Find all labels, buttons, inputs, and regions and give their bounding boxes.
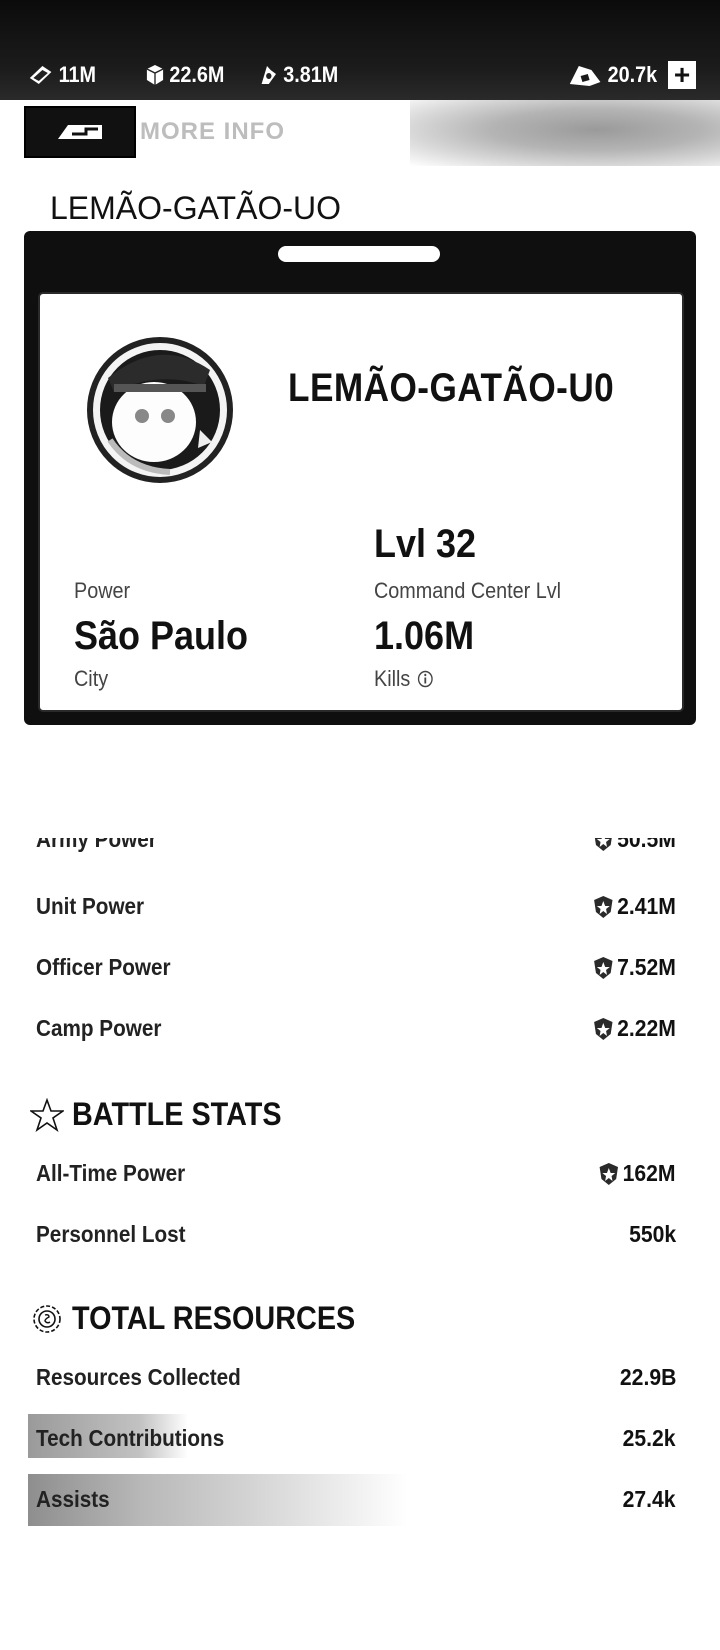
stat-value: 22.9B: [619, 1364, 676, 1390]
stat-label: Assists: [36, 1486, 110, 1512]
army-power-row: Army Power 50.5M: [36, 838, 676, 860]
power-label: Power: [74, 578, 131, 603]
stat-label: All-Time Power: [36, 1160, 186, 1186]
stat-label: Tech Contributions: [36, 1425, 225, 1451]
city-label: City: [74, 666, 109, 691]
personnel-lost-row: Personnel Lost 550k: [36, 1221, 676, 1261]
battle-stats-header: BATTLE STATS: [30, 1096, 305, 1133]
resource-premium[interactable]: 20.7k: [568, 62, 657, 88]
total-resources-header: TOTAL RESOURCES: [30, 1300, 387, 1337]
battle-stats-title: BATTLE STATS: [72, 1096, 282, 1132]
total-resources-title: TOTAL RESOURCES: [72, 1300, 356, 1336]
assists-row: Assists 27.4k: [36, 1486, 676, 1526]
kills-label: Kills: [374, 666, 411, 691]
power-shield-icon: [594, 956, 613, 979]
camp-power-row: Camp Power 2.22M: [36, 1015, 676, 1055]
stat-value: 2.22M: [593, 1015, 676, 1042]
stat-value: 162M: [599, 1160, 676, 1187]
avatar[interactable]: [80, 330, 240, 490]
stat-value: 7.52M: [593, 954, 676, 981]
command-center-label: Command Center Lvl: [374, 578, 562, 603]
all-time-power-row: All-Time Power 162M: [36, 1160, 676, 1200]
unit-power-row: Unit Power 2.41M: [36, 893, 676, 933]
city-value: São Paulo: [74, 614, 249, 658]
stat-label: Personnel Lost: [36, 1221, 186, 1247]
premium-value: 20.7k: [607, 62, 658, 87]
add-premium-button[interactable]: +: [668, 61, 696, 89]
fuel-icon: [261, 66, 276, 84]
command-center-value: Lvl 32: [374, 522, 477, 566]
power-shield-icon: [600, 1162, 619, 1185]
cash-icon: [29, 66, 52, 84]
resource-fuel[interactable]: 3.81M: [258, 62, 338, 88]
supply-value: 22.6M: [169, 62, 225, 87]
fuel-value: 3.81M: [283, 62, 339, 87]
officer-power-row: Officer Power 7.52M: [36, 954, 676, 994]
cash-value: 11M: [58, 62, 97, 87]
stat-label: Officer Power: [36, 954, 171, 980]
kills-label-row: Kills: [374, 666, 434, 692]
power-shield-icon: [594, 1017, 613, 1040]
stat-label: Resources Collected: [36, 1364, 241, 1390]
stat-label: Unit Power: [36, 893, 145, 919]
card-player-name: LEMÃO-GATÃO-U0: [288, 366, 615, 410]
power-shield-icon: [594, 895, 613, 918]
supply-crate-icon: [146, 65, 164, 85]
stat-label: Army Power: [36, 838, 157, 852]
more-info-label[interactable]: MORE INFO: [140, 118, 285, 146]
plus-icon: +: [673, 59, 691, 90]
stat-value: 27.4k: [623, 1486, 676, 1512]
star-icon: [30, 1097, 64, 1132]
kills-value: 1.06M: [374, 614, 475, 658]
stat-value: 25.2k: [623, 1425, 676, 1451]
stat-value: 550k: [628, 1221, 676, 1247]
card-handle: [278, 246, 440, 262]
stat-label: Camp Power: [36, 1015, 162, 1041]
resources-collected-row: Resources Collected 22.9B: [36, 1364, 676, 1404]
resource-supply[interactable]: 22.6M: [146, 62, 224, 88]
gem-icon: [569, 66, 601, 86]
player-name-heading: LEMÃO-GATÃO-UO: [50, 190, 341, 226]
stat-value: 2.41M: [593, 893, 676, 920]
resource-cash[interactable]: 11M: [28, 62, 96, 88]
more-info-button[interactable]: [24, 106, 136, 158]
tech-contributions-row: Tech Contributions 25.2k: [36, 1425, 676, 1465]
stat-value: 50.5M: [593, 838, 676, 853]
brush-stroke-decoration: [410, 100, 720, 166]
info-icon[interactable]: [418, 670, 434, 688]
power-shield-icon: [595, 838, 612, 851]
gear-coin-icon: [33, 1304, 61, 1333]
more-info-icon: [58, 125, 102, 139]
